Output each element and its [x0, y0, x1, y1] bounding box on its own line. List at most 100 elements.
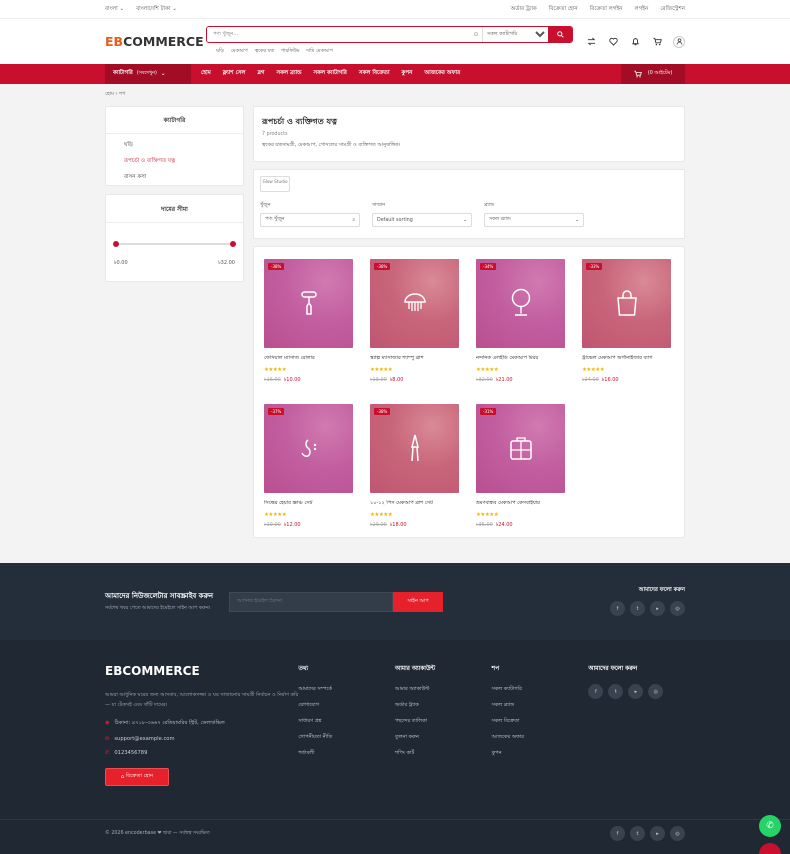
youtube-icon[interactable]: ▸: [628, 684, 644, 699]
nav-home[interactable]: হোম: [201, 70, 211, 78]
facebook-icon[interactable]: f: [588, 684, 604, 699]
nav-all-brands[interactable]: সকল ব্র্যান্ড: [277, 70, 302, 78]
product-card[interactable]: -34% নন্দনিক এলইডি মেকআপ মিরর ★★★★★ ৳32.00 ৳…: [470, 253, 572, 393]
footer-link[interactable]: সকল ব্র্যান্ড: [492, 702, 589, 710]
facebook-icon[interactable]: f: [610, 826, 625, 841]
footer-link[interactable]: শর্তাবলী: [298, 750, 395, 758]
newsletter-email-input[interactable]: [229, 591, 394, 612]
facebook-icon[interactable]: f: [610, 601, 625, 616]
product-image[interactable]: -33%: [582, 259, 671, 348]
bell-icon[interactable]: [629, 36, 641, 48]
tag-link[interactable]: ঘড়ি: [216, 48, 224, 56]
link-become-seller[interactable]: বিক্রেতা হোন: [549, 6, 578, 14]
product-card[interactable]: -38% স্ক্যাল্প ম্যাসাজার শ্যাম্পু ব্রাশ ★★…: [364, 253, 466, 393]
nav-cart-button[interactable]: (0 আইটেম): [621, 64, 685, 84]
product-name[interactable]: স্ক্যাল্প ম্যাসাজার শ্যাম্পু ব্রাশ: [370, 355, 460, 363]
link-seller-login[interactable]: বিক্রেতা লগইন: [590, 6, 623, 14]
cart-icon[interactable]: [651, 36, 663, 48]
footer-link[interactable]: কুপন: [492, 750, 589, 758]
product-image[interactable]: -37%: [264, 404, 353, 493]
nav-todays-deals[interactable]: আজকের অফার: [424, 70, 460, 78]
instagram-icon[interactable]: ◎: [670, 601, 685, 616]
footer-link[interactable]: পছন্দের তালিকা: [395, 718, 492, 726]
breadcrumb-home[interactable]: হোম: [105, 91, 114, 97]
footer-link[interactable]: অর্ডার ট্র্যাক: [395, 702, 492, 710]
user-avatar-icon[interactable]: [673, 35, 685, 48]
footer-link[interactable]: সাধারণ প্রশ্ন: [298, 718, 395, 726]
language-selector[interactable]: বাংলা ⌄: [105, 6, 124, 14]
whatsapp-chat-icon[interactable]: ✆: [759, 815, 781, 837]
footer-link[interactable]: আজকের অফার: [492, 734, 589, 742]
categories-menu-button[interactable]: ক্যাটাগরি (সবদেখুন) ⌄: [105, 64, 191, 84]
footer-email[interactable]: ✉ support@example.com: [105, 736, 298, 742]
product-name[interactable]: ফেসিয়াল ম্যাসাজ রোলার: [264, 355, 354, 363]
youtube-icon[interactable]: ▸: [650, 601, 665, 616]
product-card[interactable]: -31% ভ্রমণবান্ধব মেকআপ কেসবাইযার ★★★★★ ৳35.…: [470, 398, 572, 538]
footer-link[interactable]: সকল বিক্রেতা: [492, 718, 589, 726]
link-order-track[interactable]: অর্ডার ট্র্যাক: [511, 6, 537, 14]
footer-phone[interactable]: ✆ 0123456789: [105, 750, 298, 756]
product-name[interactable]: সিল্কের হেয়ার স্ক্রাঞ্চ সেট: [264, 500, 354, 508]
link-register[interactable]: রেজিস্ট্রেশন: [660, 6, 685, 14]
nav-blog[interactable]: ব্লগ: [257, 70, 264, 78]
nav-coupons[interactable]: কুপন: [402, 70, 413, 78]
instagram-icon[interactable]: ◎: [670, 826, 685, 841]
product-name[interactable]: ভ্রমণবান্ধব মেকআপ কেসবাইযার: [476, 500, 566, 508]
product-image[interactable]: -38%: [370, 404, 459, 493]
footer-link[interactable]: তুলনা করুন: [395, 734, 492, 742]
footer-link[interactable]: আমার অ্যাকাউন্ট: [395, 686, 492, 694]
product-name[interactable]: নন্দনিক এলইডি মেকআপ মিরর: [476, 355, 566, 363]
tag-link[interactable]: ত্বকের যত্ন: [255, 48, 274, 56]
product-image[interactable]: -34%: [476, 259, 565, 348]
newsletter-signup-button[interactable]: সাইন আপ: [393, 591, 444, 612]
site-logo[interactable]: EBCOMMERCE: [105, 34, 206, 49]
product-image[interactable]: -38%: [264, 259, 353, 348]
tag-link[interactable]: পারফিউম: [281, 48, 300, 56]
currency-selector[interactable]: বাংলাদেশি টাকা ⌄: [136, 6, 177, 14]
footer-link[interactable]: গোপনীয়তা নীতি: [298, 734, 395, 742]
price-max-handle[interactable]: [230, 240, 236, 247]
tag-link[interactable]: দামি মেকআপ: [306, 48, 332, 56]
footer-logo[interactable]: EBCOMMERCE: [105, 664, 298, 678]
tag-link[interactable]: মেকআপ: [231, 48, 248, 56]
youtube-icon[interactable]: ▸: [650, 826, 665, 841]
brand-filter-chip[interactable]: Glow Studio: [260, 176, 290, 192]
twitter-icon[interactable]: t: [608, 684, 624, 699]
camera-icon[interactable]: ⊙: [470, 27, 482, 42]
twitter-icon[interactable]: t: [630, 601, 645, 616]
instagram-icon[interactable]: ◎: [648, 684, 664, 699]
nav-all-categories[interactable]: সকল ক্যাটাগরি: [314, 70, 347, 78]
link-login[interactable]: লগইন: [634, 6, 648, 14]
become-seller-button[interactable]: ⌂ বিক্রেতা হোন: [105, 768, 169, 786]
product-card[interactable]: -37% সিল্কের হেয়ার স্ক্রাঞ্চ সেট ★★★★★ ৳19…: [258, 398, 360, 538]
footer-link[interactable]: সকল ক্যাটাগরি: [492, 686, 589, 694]
product-card[interactable]: -38% ফেসিয়াল ম্যাসাজ রোলার ★★★★★ ৳16.00 ৳10…: [258, 253, 360, 393]
product-name[interactable]: ট্রাভেল মেকআপ অর্গানাইজার ব্যাগ: [582, 355, 672, 363]
product-card[interactable]: -33% ট্রাভেল মেকআপ অর্গানাইজার ব্যাগ ★★★★★…: [576, 253, 678, 393]
search-category-select[interactable]: সকল ক্যাটাগরি: [482, 26, 548, 42]
category-item[interactable]: ঘড়ি: [124, 142, 225, 150]
product-card[interactable]: -38% ১০-১২ পিস মেকআপ ব্রাশ সেট ★★★★★ ৳29.00…: [364, 398, 466, 538]
compare-icon[interactable]: [585, 36, 597, 48]
product-search-field[interactable]: পণ্য খুঁজুন ⌕: [260, 213, 360, 227]
price-range-slider[interactable]: [113, 240, 236, 247]
category-item[interactable]: বাসন কসা: [124, 174, 225, 182]
sort-select[interactable]: Default sorting ⌄: [372, 213, 472, 227]
nav-flash-sale[interactable]: ফ্ল্যাশ সেল: [223, 70, 246, 78]
search-input[interactable]: [207, 26, 470, 42]
category-item-active[interactable]: রূপচর্চা ও ব্যক্তিগত যত্ন: [124, 158, 225, 166]
heart-icon[interactable]: [607, 36, 619, 48]
newsletter-section: আমাদের নিউজলেটার সাবস্ক্রাইব করুন সর্বশে…: [0, 563, 790, 640]
search-button[interactable]: [548, 26, 572, 42]
nav-all-sellers[interactable]: সকল বিক্রেতা: [359, 70, 390, 78]
price-min-handle[interactable]: [113, 240, 119, 247]
sort-label: সাজান: [372, 203, 386, 208]
footer-link[interactable]: যোগাযোগ: [298, 702, 395, 710]
twitter-icon[interactable]: t: [630, 826, 645, 841]
product-image[interactable]: -31%: [476, 404, 565, 493]
product-image[interactable]: -38%: [370, 259, 459, 348]
footer-link[interactable]: শপিং কার্ট: [395, 750, 492, 758]
footer-link[interactable]: আমাদের সম্পর্কে: [298, 686, 395, 694]
brand-select[interactable]: সকল ব্র্যান্ড ⌄: [484, 213, 584, 227]
product-name[interactable]: ১০-১২ পিস মেকআপ ব্রাশ সেট: [370, 500, 460, 508]
